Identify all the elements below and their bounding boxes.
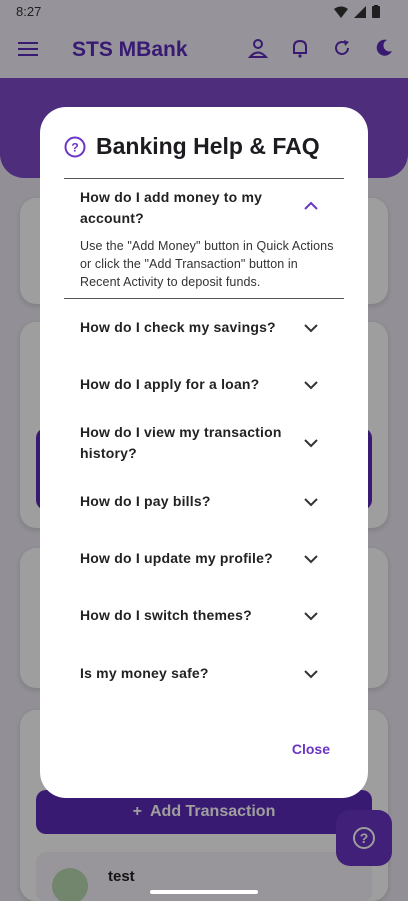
faq-question: How do I check my savings?	[80, 319, 276, 335]
home-indicator	[150, 890, 258, 894]
chevron-down-icon[interactable]	[304, 438, 318, 448]
chevron-up-icon[interactable]	[304, 201, 318, 211]
svg-text:?: ?	[71, 140, 78, 154]
faq-question: How do I add money to my account?	[80, 189, 263, 226]
chevron-down-icon[interactable]	[304, 497, 318, 507]
dialog-header: ? Banking Help & FAQ	[64, 133, 320, 160]
chevron-down-icon[interactable]	[304, 669, 318, 679]
faq-item-check-savings[interactable]: How do I check my savings?	[64, 307, 344, 349]
faq-question: How do I update my profile?	[80, 550, 273, 566]
chevron-down-icon[interactable]	[304, 554, 318, 564]
faq-item-switch-themes[interactable]: How do I switch themes?	[64, 595, 344, 637]
chevron-down-icon[interactable]	[304, 323, 318, 333]
faq-question: Is my money safe?	[80, 665, 209, 681]
faq-item-update-profile[interactable]: How do I update my profile?	[64, 538, 344, 580]
divider	[64, 178, 344, 179]
faq-question: How do I view my transaction history?	[80, 424, 282, 461]
faq-item-apply-loan[interactable]: How do I apply for a loan?	[64, 364, 344, 406]
faq-question: How do I switch themes?	[80, 607, 252, 623]
close-button[interactable]: Close	[292, 741, 330, 757]
chevron-down-icon[interactable]	[304, 380, 318, 390]
divider	[64, 298, 344, 299]
help-circle-icon: ?	[64, 136, 86, 157]
chevron-down-icon[interactable]	[304, 611, 318, 621]
faq-answer: Use the "Add Money" button in Quick Acti…	[80, 239, 334, 289]
faq-question: How do I apply for a loan?	[80, 376, 260, 392]
help-faq-dialog: ? Banking Help & FAQ How do I add money …	[40, 107, 368, 798]
faq-item-pay-bills[interactable]: How do I pay bills?	[64, 481, 344, 523]
faq-question: How do I pay bills?	[80, 493, 211, 509]
faq-item-transaction-history[interactable]: How do I view my transaction history?	[64, 419, 344, 469]
dialog-title: Banking Help & FAQ	[96, 133, 320, 159]
faq-item-money-safe[interactable]: Is my money safe?	[64, 653, 344, 695]
